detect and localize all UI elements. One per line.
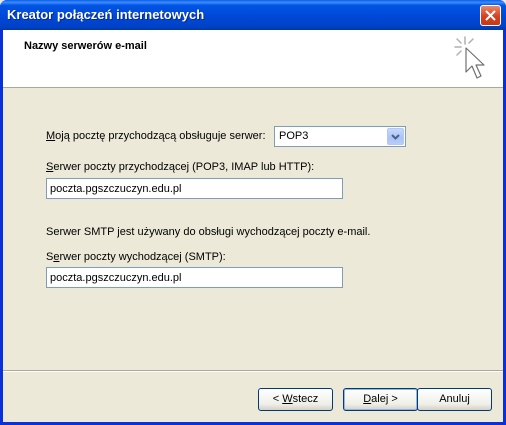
smtp-info-text: Serwer SMTP jest używany do obsługi wych… <box>46 226 371 238</box>
close-icon <box>485 10 496 21</box>
wizard-window: Kreator połączeń internetowych Nazwy ser… <box>0 0 506 425</box>
incoming-server-label: Serwer poczty przychodzącej (POP3, IMAP … <box>46 161 315 173</box>
incoming-server-type-value: POP3 <box>279 130 309 142</box>
incoming-server-input[interactable] <box>47 179 342 198</box>
page-heading: Nazwy serwerów e-mail <box>24 40 147 52</box>
close-button[interactable] <box>480 5 501 26</box>
dropdown-button[interactable] <box>387 128 404 145</box>
wizard-header: Nazwy serwerów e-mail <box>3 30 503 88</box>
title-bar[interactable]: Kreator połączeń internetowych <box>0 0 506 30</box>
cancel-button[interactable]: Anuluj <box>417 388 492 411</box>
outgoing-server-input[interactable] <box>47 268 342 287</box>
wizard-client-area: Nazwy serwerów e-mail Moją pocztę przych… <box>3 30 503 422</box>
outgoing-server-label: Serwer poczty wychodzącej (SMTP): <box>46 251 226 263</box>
incoming-server-type-label: Moją pocztę przychodzącą obsługuje serwe… <box>46 130 266 142</box>
back-button[interactable]: < Wstecz <box>258 388 333 411</box>
outgoing-server-field[interactable] <box>46 267 343 288</box>
button-separator <box>3 370 503 372</box>
next-button[interactable]: Dalej > <box>343 388 418 411</box>
incoming-server-type-select[interactable]: POP3 <box>274 126 406 147</box>
window-title: Kreator połączeń internetowych <box>7 7 205 22</box>
wizard-sparkle-cursor-icon <box>454 36 485 79</box>
chevron-down-icon <box>391 134 400 140</box>
incoming-server-field[interactable] <box>46 178 343 199</box>
